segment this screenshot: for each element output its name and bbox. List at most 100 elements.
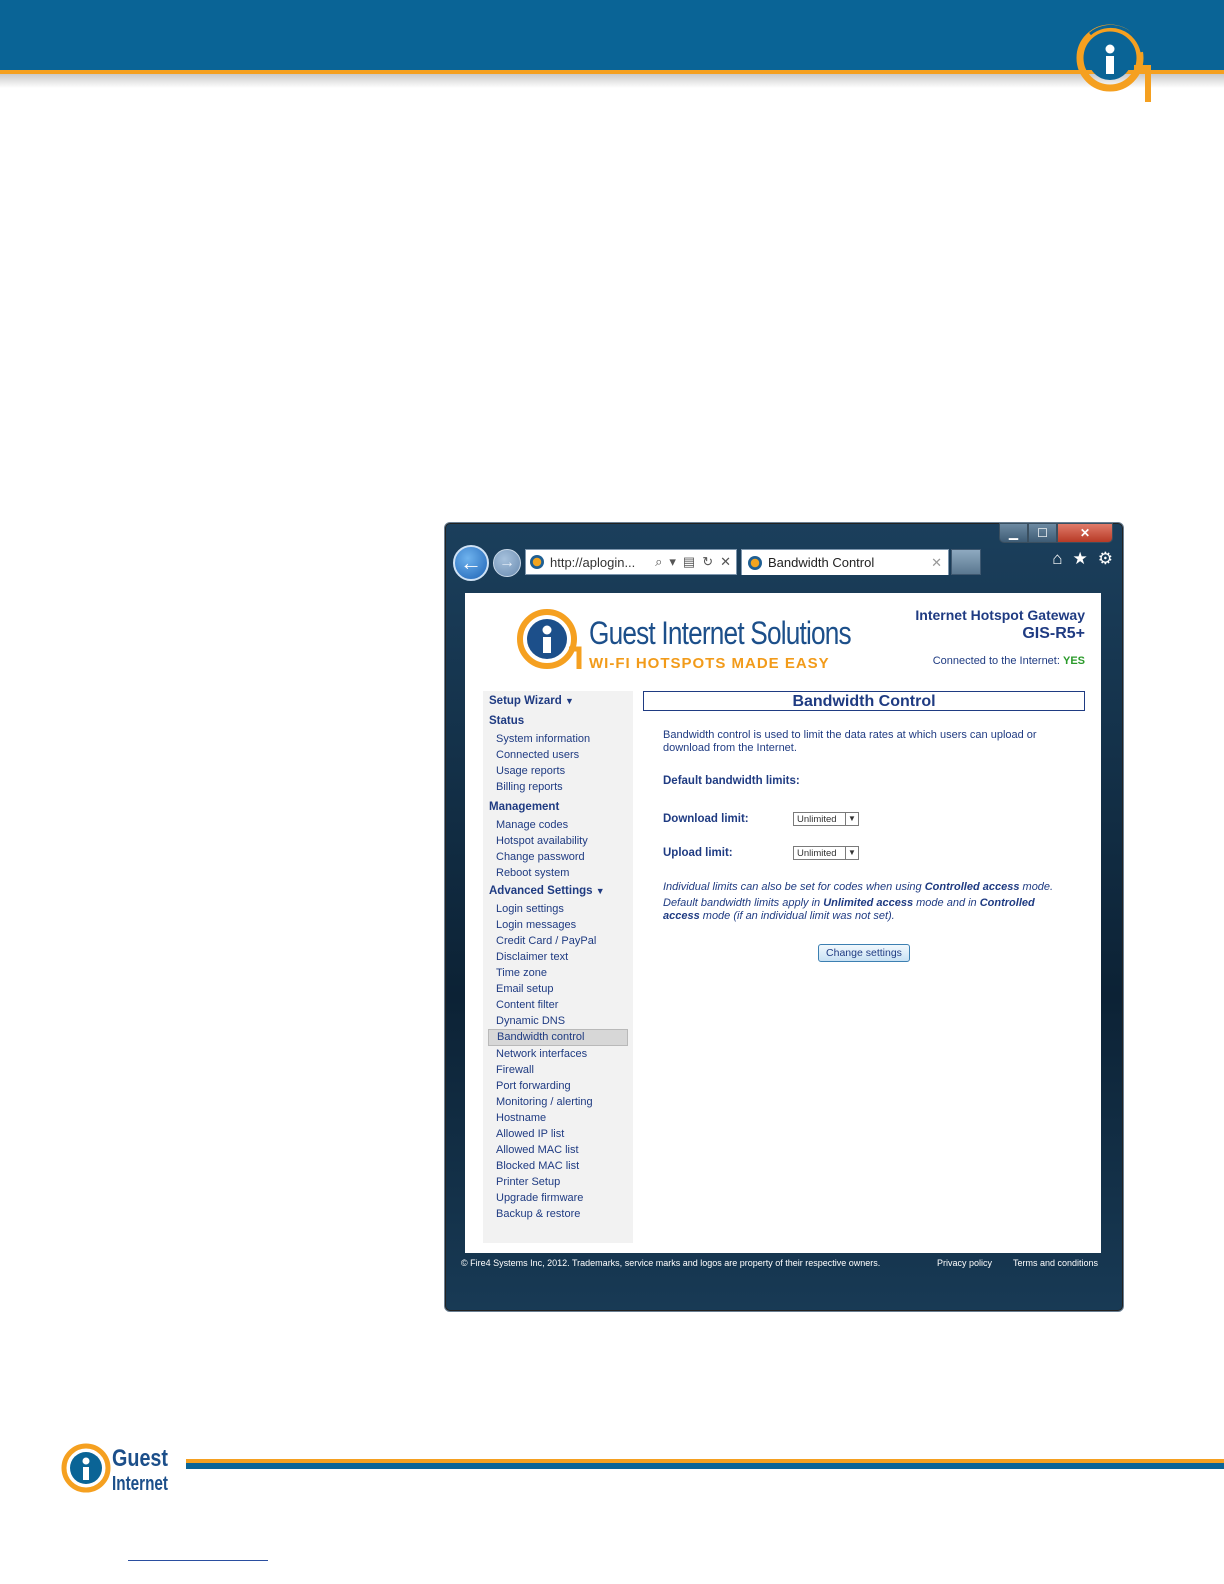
sidebar-item-disclaimer-text[interactable]: Disclaimer text: [483, 949, 633, 965]
sidebar-item-time-zone[interactable]: Time zone: [483, 965, 633, 981]
note1-text-end: mode.: [1019, 881, 1054, 893]
connection-label: Connected to the Internet:: [932, 655, 1060, 667]
note2-text-end: mode (if an individual limit was not set…: [699, 910, 895, 922]
document-header-shadow: [0, 74, 1224, 88]
footer-blue-line: [186, 1463, 1224, 1469]
note1-text: Individual limits can also be set for co…: [663, 881, 925, 893]
footer-logo-word-guest: Guest: [112, 1445, 168, 1472]
sidebar-item-allowed-ip-list[interactable]: Allowed IP list: [483, 1126, 633, 1142]
dropdown-arrow-icon[interactable]: ▼: [845, 847, 858, 859]
expand-arrows-icon[interactable]: ▼: [565, 696, 574, 706]
minimize-button[interactable]: ▁: [999, 523, 1028, 543]
setup-wizard-label[interactable]: Setup Wizard: [489, 695, 562, 707]
sidebar-item-connected-users[interactable]: Connected users: [483, 747, 633, 763]
sidebar-item-dynamic-dns[interactable]: Dynamic DNS: [483, 1013, 633, 1029]
sidebar-section-advanced-settings[interactable]: Advanced Settings ▼: [483, 881, 633, 901]
download-limit-row: Download limit: Unlimited ▼: [663, 811, 1085, 827]
stop-icon[interactable]: ✕: [720, 554, 731, 570]
sidebar-item-bandwidth-control[interactable]: Bandwidth control: [488, 1029, 628, 1046]
sidebar-item-hotspot-availability[interactable]: Hotspot availability: [483, 833, 633, 849]
browser-tab[interactable]: Bandwidth Control ✕: [741, 549, 949, 575]
site-logo-icon: [517, 609, 582, 669]
gateway-model: GIS-R5+: [1022, 625, 1085, 642]
sidebar-item-content-filter[interactable]: Content filter: [483, 997, 633, 1013]
compatibility-icon[interactable]: ▤: [683, 554, 695, 570]
sidebar-item-hostname[interactable]: Hostname: [483, 1110, 633, 1126]
search-icon[interactable]: ⌕: [655, 554, 662, 570]
expand-arrows-icon[interactable]: ▼: [596, 886, 605, 896]
sidebar-item-port-forwarding[interactable]: Port forwarding: [483, 1078, 633, 1094]
address-url[interactable]: http://aplogin...: [550, 555, 655, 570]
sidebar-item-usage-reports[interactable]: Usage reports: [483, 763, 633, 779]
advanced-settings-label[interactable]: Advanced Settings: [489, 885, 593, 897]
sidebar-item-printer-setup[interactable]: Printer Setup: [483, 1174, 633, 1190]
note-individual-limits: Individual limits can also be set for co…: [663, 881, 1063, 894]
download-limit-label: Download limit:: [663, 813, 749, 825]
address-tools: ⌕ ▾ ▤ ↻ ✕: [655, 554, 736, 570]
settings-gear-icon[interactable]: ⚙: [1098, 549, 1113, 569]
sidebar-item-email-setup[interactable]: Email setup: [483, 981, 633, 997]
site-tagline: WI-FI HOTSPOTS MADE EASY: [589, 655, 830, 672]
sidebar-item-allowed-mac-list[interactable]: Allowed MAC list: [483, 1142, 633, 1158]
document-header-band: [0, 0, 1224, 70]
browser-window: ▁ ☐ ✕ ← → http://aplogin... ⌕ ▾ ▤ ↻ ✕ Ba…: [444, 522, 1124, 1312]
sidebar-item-change-password[interactable]: Change password: [483, 849, 633, 865]
new-tab-button[interactable]: [951, 549, 981, 575]
note2-emphasis-unlimited: Unlimited access: [823, 897, 914, 909]
sidebar-item-firewall[interactable]: Firewall: [483, 1062, 633, 1078]
sidebar-item-backup-restore[interactable]: Backup & restore: [483, 1206, 633, 1222]
dropdown-icon[interactable]: ▾: [669, 554, 676, 570]
sidebar-item-upgrade-firmware[interactable]: Upgrade firmware: [483, 1190, 633, 1206]
window-controls: ▁ ☐ ✕: [999, 523, 1113, 543]
close-icon: ✕: [1079, 526, 1091, 540]
gateway-title: Internet Hotspot Gateway: [915, 607, 1085, 623]
sidebar-item-reboot-system[interactable]: Reboot system: [483, 865, 633, 881]
sidebar-section-setup-wizard[interactable]: Setup Wizard ▼: [483, 691, 633, 711]
connection-status: Connected to the Internet: YES: [933, 655, 1085, 667]
refresh-icon[interactable]: ↻: [702, 554, 713, 570]
upload-limit-value: Unlimited: [797, 847, 837, 859]
page-footer: © Fire4 Systems Inc, 2012. Trademarks, s…: [461, 1253, 1105, 1273]
sidebar-item-login-messages[interactable]: Login messages: [483, 917, 633, 933]
sidebar-item-monitoring-alerting[interactable]: Monitoring / alerting: [483, 1094, 633, 1110]
sidebar-section-status: Status: [489, 715, 525, 727]
address-bar[interactable]: http://aplogin... ⌕ ▾ ▤ ↻ ✕: [525, 549, 737, 575]
sidebar-item-network-interfaces[interactable]: Network interfaces: [483, 1046, 633, 1062]
footer-logo-word-internet: Internet: [112, 1473, 168, 1495]
site-brand-name: Guest Internet Solutions: [589, 615, 852, 651]
site-favicon-icon: [530, 555, 544, 569]
sidebar-item-credit-card-paypal[interactable]: Credit Card / PayPal: [483, 933, 633, 949]
connection-value: YES: [1062, 655, 1085, 667]
home-icon[interactable]: ⌂: [1052, 549, 1062, 569]
privacy-policy-link[interactable]: Privacy policy: [937, 1258, 992, 1268]
page-title: Bandwidth Control: [643, 691, 1085, 711]
sidebar-item-system-information[interactable]: System information: [483, 731, 633, 747]
sidebar-item-blocked-mac-list[interactable]: Blocked MAC list: [483, 1158, 633, 1174]
minimize-icon: ▁: [1008, 526, 1019, 540]
sidebar-item-billing-reports[interactable]: Billing reports: [483, 779, 633, 795]
upload-limit-select[interactable]: Unlimited ▼: [793, 846, 859, 860]
tab-title: Bandwidth Control: [768, 555, 875, 570]
download-limit-select[interactable]: Unlimited ▼: [793, 812, 859, 826]
dropdown-arrow-icon[interactable]: ▼: [845, 813, 858, 825]
sidebar-nav: Setup Wizard ▼ Status System information…: [483, 691, 633, 1243]
main-content: Bandwidth Control Bandwidth control is u…: [643, 691, 1085, 962]
footer-link-underline: [128, 1560, 268, 1561]
back-button[interactable]: ←: [453, 545, 489, 581]
maximize-icon: ☐: [1037, 526, 1048, 540]
upload-limit-label: Upload limit:: [663, 847, 733, 859]
tab-close-icon[interactable]: ✕: [931, 555, 948, 571]
close-window-button[interactable]: ✕: [1057, 523, 1113, 543]
tab-favicon-icon: [748, 555, 762, 570]
terms-link[interactable]: Terms and conditions: [1013, 1258, 1098, 1268]
forward-button[interactable]: →: [493, 549, 521, 577]
change-settings-button[interactable]: Change settings: [818, 944, 910, 962]
note2-text-mid: mode and in: [913, 897, 980, 909]
sidebar-item-manage-codes[interactable]: Manage codes: [483, 817, 633, 833]
sidebar-item-login-settings[interactable]: Login settings: [483, 901, 633, 917]
favorites-star-icon[interactable]: ★: [1073, 549, 1088, 569]
note2-text: Default bandwidth limits apply in: [663, 897, 824, 909]
maximize-button[interactable]: ☐: [1028, 523, 1057, 543]
intro-text: Bandwidth control is used to limit the d…: [663, 729, 1037, 754]
footer-copyright: © Fire4 Systems Inc, 2012. Trademarks, s…: [461, 1258, 881, 1268]
